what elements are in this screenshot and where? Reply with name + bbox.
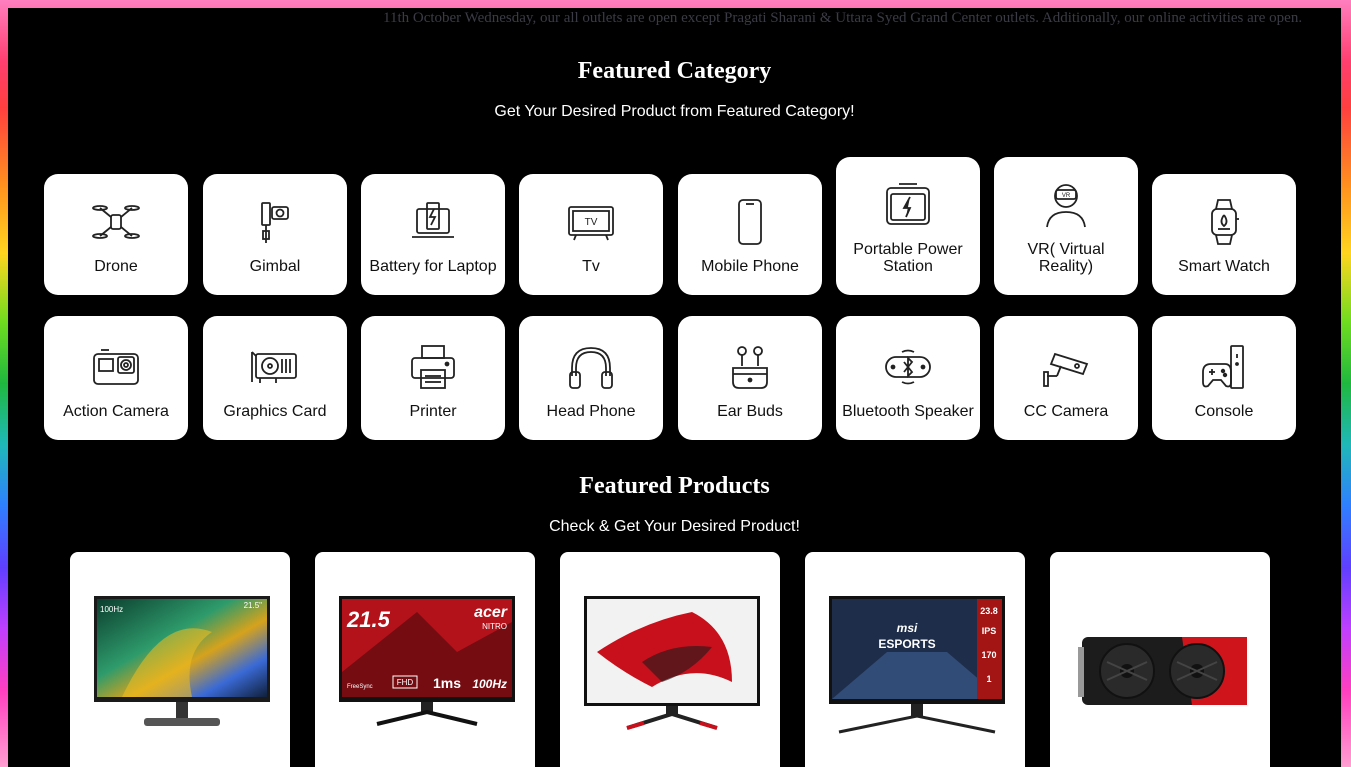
category-label: Drone [94,258,138,275]
svg-text:21.5: 21.5 [346,607,391,632]
category-label: Bluetooth Speaker [842,403,974,420]
product-card[interactable] [560,552,780,767]
msi-esports-monitor-image: msi ESPORTS 23.8 IPS 170 1 [829,596,1005,734]
graphics-card-image [1078,637,1247,705]
announcement-ticker: 11th October Wednesday, our all outlets … [383,10,1303,26]
category-card-earbuds[interactable]: Ear Buds [678,316,822,440]
category-label: Tv [582,258,600,275]
smart-watch-icon [1198,196,1250,248]
svg-text:ESPORTS: ESPORTS [878,637,935,651]
svg-text:acer: acer [474,604,508,621]
category-card-smart-watch[interactable]: Smart Watch [1152,174,1296,295]
drone-icon [90,196,142,248]
featured-products-subtitle: Check & Get Your Desired Product! [549,518,800,535]
category-label: Mobile Phone [701,258,799,275]
category-label: Graphics Card [223,403,327,420]
acer-monitor-image: 100Hz 21.5" [94,596,270,726]
featured-products-title: Featured Products [579,473,770,499]
bluetooth-speaker-icon [882,341,934,393]
category-card-tv[interactable]: TV Tv [519,174,663,295]
svg-text:TV: TV [585,217,598,228]
category-card-console[interactable]: Console [1152,316,1296,440]
svg-text:NITRO: NITRO [482,622,507,631]
featured-category-subtitle: Get Your Desired Product from Featured C… [494,103,855,120]
category-label: Battery for Laptop [369,258,497,275]
product-card[interactable]: 100Hz 21.5" [70,552,290,767]
category-label: Action Camera [63,403,169,420]
svg-text:FreeSync: FreeSync [347,684,373,690]
mobile-phone-icon [724,196,776,248]
category-card-bluetooth-speaker[interactable]: Bluetooth Speaker [836,316,980,440]
product-card[interactable] [1050,552,1270,767]
earbuds-icon [724,341,776,393]
tv-icon: TV [565,196,617,248]
laptop-battery-icon [407,196,459,248]
vr-headset-icon: VR [1040,179,1092,231]
svg-text:1: 1 [986,674,991,684]
category-label: Smart Watch [1178,258,1270,275]
category-card-graphics-card[interactable]: Graphics Card [203,316,347,440]
svg-text:1ms: 1ms [433,675,461,691]
printer-icon [407,341,459,393]
category-label: Ear Buds [717,403,783,420]
power-station-icon [882,179,934,231]
category-card-laptop-battery[interactable]: Battery for Laptop [361,174,505,295]
category-card-action-camera[interactable]: Action Camera [44,316,188,440]
product-card[interactable]: 21.5 acer NITRO FHD 1ms 100Hz FreeSync [315,552,535,767]
svg-text:IPS: IPS [982,626,997,636]
cctv-camera-icon [1040,341,1092,393]
svg-text:100Hz: 100Hz [472,677,507,691]
category-card-cc-camera[interactable]: CC Camera [994,316,1138,440]
category-card-drone[interactable]: Drone [44,174,188,295]
console-icon [1198,341,1250,393]
svg-text:VR: VR [1062,193,1071,199]
svg-text:21.5": 21.5" [244,601,263,610]
headphone-icon [565,341,617,393]
category-card-gimbal[interactable]: Gimbal [203,174,347,295]
category-label: Portable Power Station [853,241,963,275]
category-label: Printer [409,403,457,420]
svg-text:100Hz: 100Hz [100,605,123,614]
category-label: Gimbal [249,258,301,275]
category-card-printer[interactable]: Printer [361,316,505,440]
category-card-mobile-phone[interactable]: Mobile Phone [678,174,822,295]
graphics-card-icon [249,341,301,393]
acer-red-monitor-image [584,596,760,730]
page-frame: 11th October Wednesday, our all outlets … [8,8,1341,767]
svg-text:msi: msi [897,621,918,635]
category-card-headphone[interactable]: Head Phone [519,316,663,440]
svg-text:23.8: 23.8 [980,606,998,616]
category-card-portable-power-station[interactable]: Portable Power Station [836,157,980,295]
svg-text:FHD: FHD [397,678,414,687]
category-label: CC Camera [1023,403,1109,420]
category-label: VR( Virtual Reality) [1027,241,1105,275]
featured-category-title: Featured Category [577,58,772,84]
category-label: Head Phone [546,403,636,420]
category-label: Console [1194,403,1254,420]
product-card[interactable]: msi ESPORTS 23.8 IPS 170 1 [805,552,1025,767]
svg-text:170: 170 [981,650,996,660]
gimbal-icon [249,196,301,248]
category-card-vr[interactable]: VR VR( Virtual Reality) [994,157,1138,295]
acer-nitro-monitor-image: 21.5 acer NITRO FHD 1ms 100Hz FreeSync [339,596,515,726]
action-camera-icon [90,341,142,393]
